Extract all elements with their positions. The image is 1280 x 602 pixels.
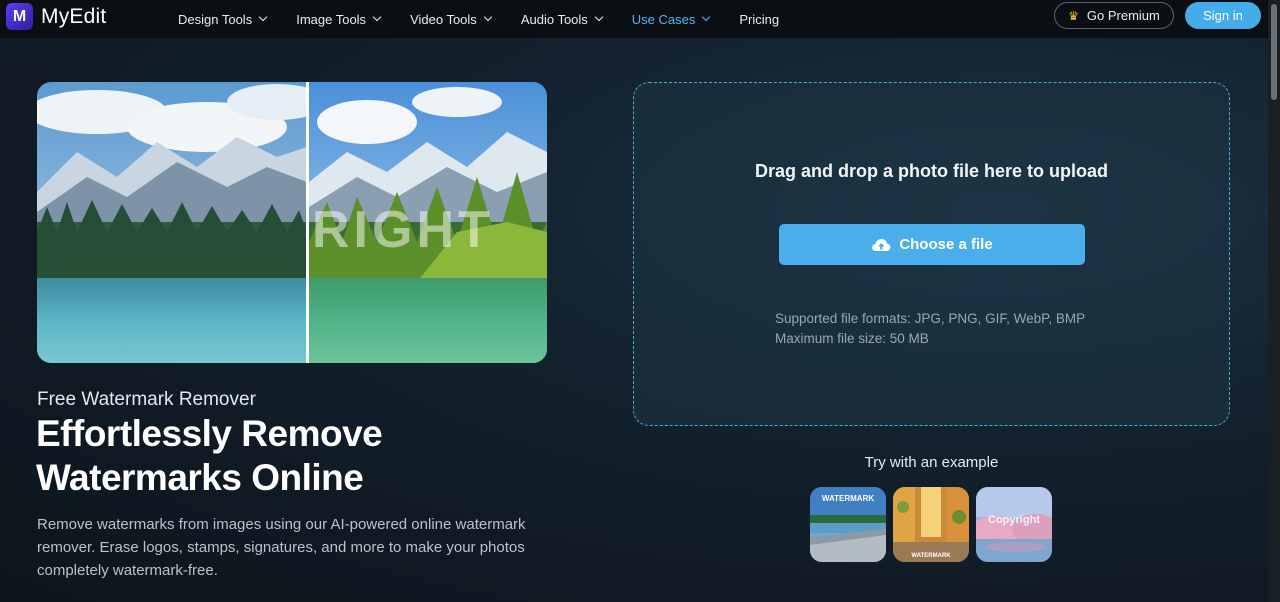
example-thumbnails: WATERMARK WATERMARK Copyright (810, 487, 1059, 562)
chevron-down-icon (372, 12, 382, 22)
logo-text: MyEdit (41, 4, 107, 28)
headline-line-2: Watermarks Online (36, 457, 364, 498)
crown-icon: ♛ (1068, 8, 1079, 23)
upload-title: Drag and drop a photo file here to uploa… (754, 161, 1108, 181)
sign-in-label: Sign in (1203, 8, 1243, 23)
chevron-down-icon (594, 12, 604, 22)
watermark-text: RIGHT (312, 201, 494, 259)
menu-pricing[interactable]: Pricing (739, 12, 779, 27)
menu-label: Use Cases (631, 11, 696, 27)
chevron-down-icon (258, 12, 268, 22)
hero-headline: Effortlessly Remove Watermarks Online (36, 412, 596, 500)
main-menu: Design Tools Image Tools Video Tools Aud… (178, 0, 809, 38)
logo-icon: M (6, 3, 33, 30)
choose-file-button[interactable]: Choose a file (779, 224, 1085, 265)
page-scrollbar[interactable] (1268, 0, 1280, 602)
before-after-comparison-image[interactable]: RIGHT (37, 82, 547, 363)
headline-line-1: Effortlessly Remove (36, 413, 383, 454)
menu-design-tools[interactable]: Design Tools (178, 11, 268, 27)
menu-label: Image Tools (296, 11, 367, 27)
chevron-down-icon (483, 12, 493, 22)
example-thumbnail-2[interactable]: WATERMARK (893, 487, 969, 562)
go-premium-label: Go Premium (1086, 8, 1160, 23)
menu-video-tools[interactable]: Video Tools (410, 11, 493, 27)
menu-label: Video Tools (410, 11, 477, 27)
hero-description: Remove watermarks from images using our … (37, 516, 526, 579)
chevron-down-icon (702, 12, 711, 22)
cloud-upload-icon (871, 237, 891, 253)
menu-label: Design Tools (178, 11, 253, 27)
example-watermark-text: WATERMARK (911, 553, 951, 559)
example-thumbnail-3[interactable]: Copyright (976, 487, 1052, 562)
hero-eyebrow: Free Watermark Remover (37, 389, 256, 410)
try-example-label: Try with an example (864, 454, 999, 471)
comparison-illustration: RIGHT (37, 82, 547, 363)
example-thumbnail-1[interactable]: WATERMARK (810, 487, 886, 562)
top-nav: M MyEdit Design Tools Image Tools Video … (0, 0, 1268, 38)
choose-file-label: Choose a file (899, 236, 993, 253)
example-watermark-text: WATERMARK (822, 494, 875, 503)
go-premium-button[interactable]: ♛ Go Premium (1054, 2, 1174, 29)
example-watermark-text: Copyright (988, 514, 1040, 526)
upload-dropzone[interactable]: Drag and drop a photo file here to uploa… (633, 82, 1230, 426)
menu-image-tools[interactable]: Image Tools (296, 11, 382, 27)
menu-label: Audio Tools (520, 11, 588, 27)
menu-audio-tools[interactable]: Audio Tools (520, 11, 604, 27)
max-size-text: Maximum file size: 50 MB (775, 331, 929, 346)
scrollbar-thumb[interactable] (1271, 4, 1277, 100)
file-requirements: Supported file formats: JPG, PNG, GIF, W… (775, 309, 1085, 349)
menu-label: Pricing (739, 11, 780, 27)
sign-in-button[interactable]: Sign in (1185, 2, 1261, 29)
menu-use-cases[interactable]: Use Cases (631, 11, 711, 27)
supported-formats-text: Supported file formats: JPG, PNG, GIF, W… (775, 311, 1086, 326)
logo[interactable]: M MyEdit (6, 3, 106, 30)
